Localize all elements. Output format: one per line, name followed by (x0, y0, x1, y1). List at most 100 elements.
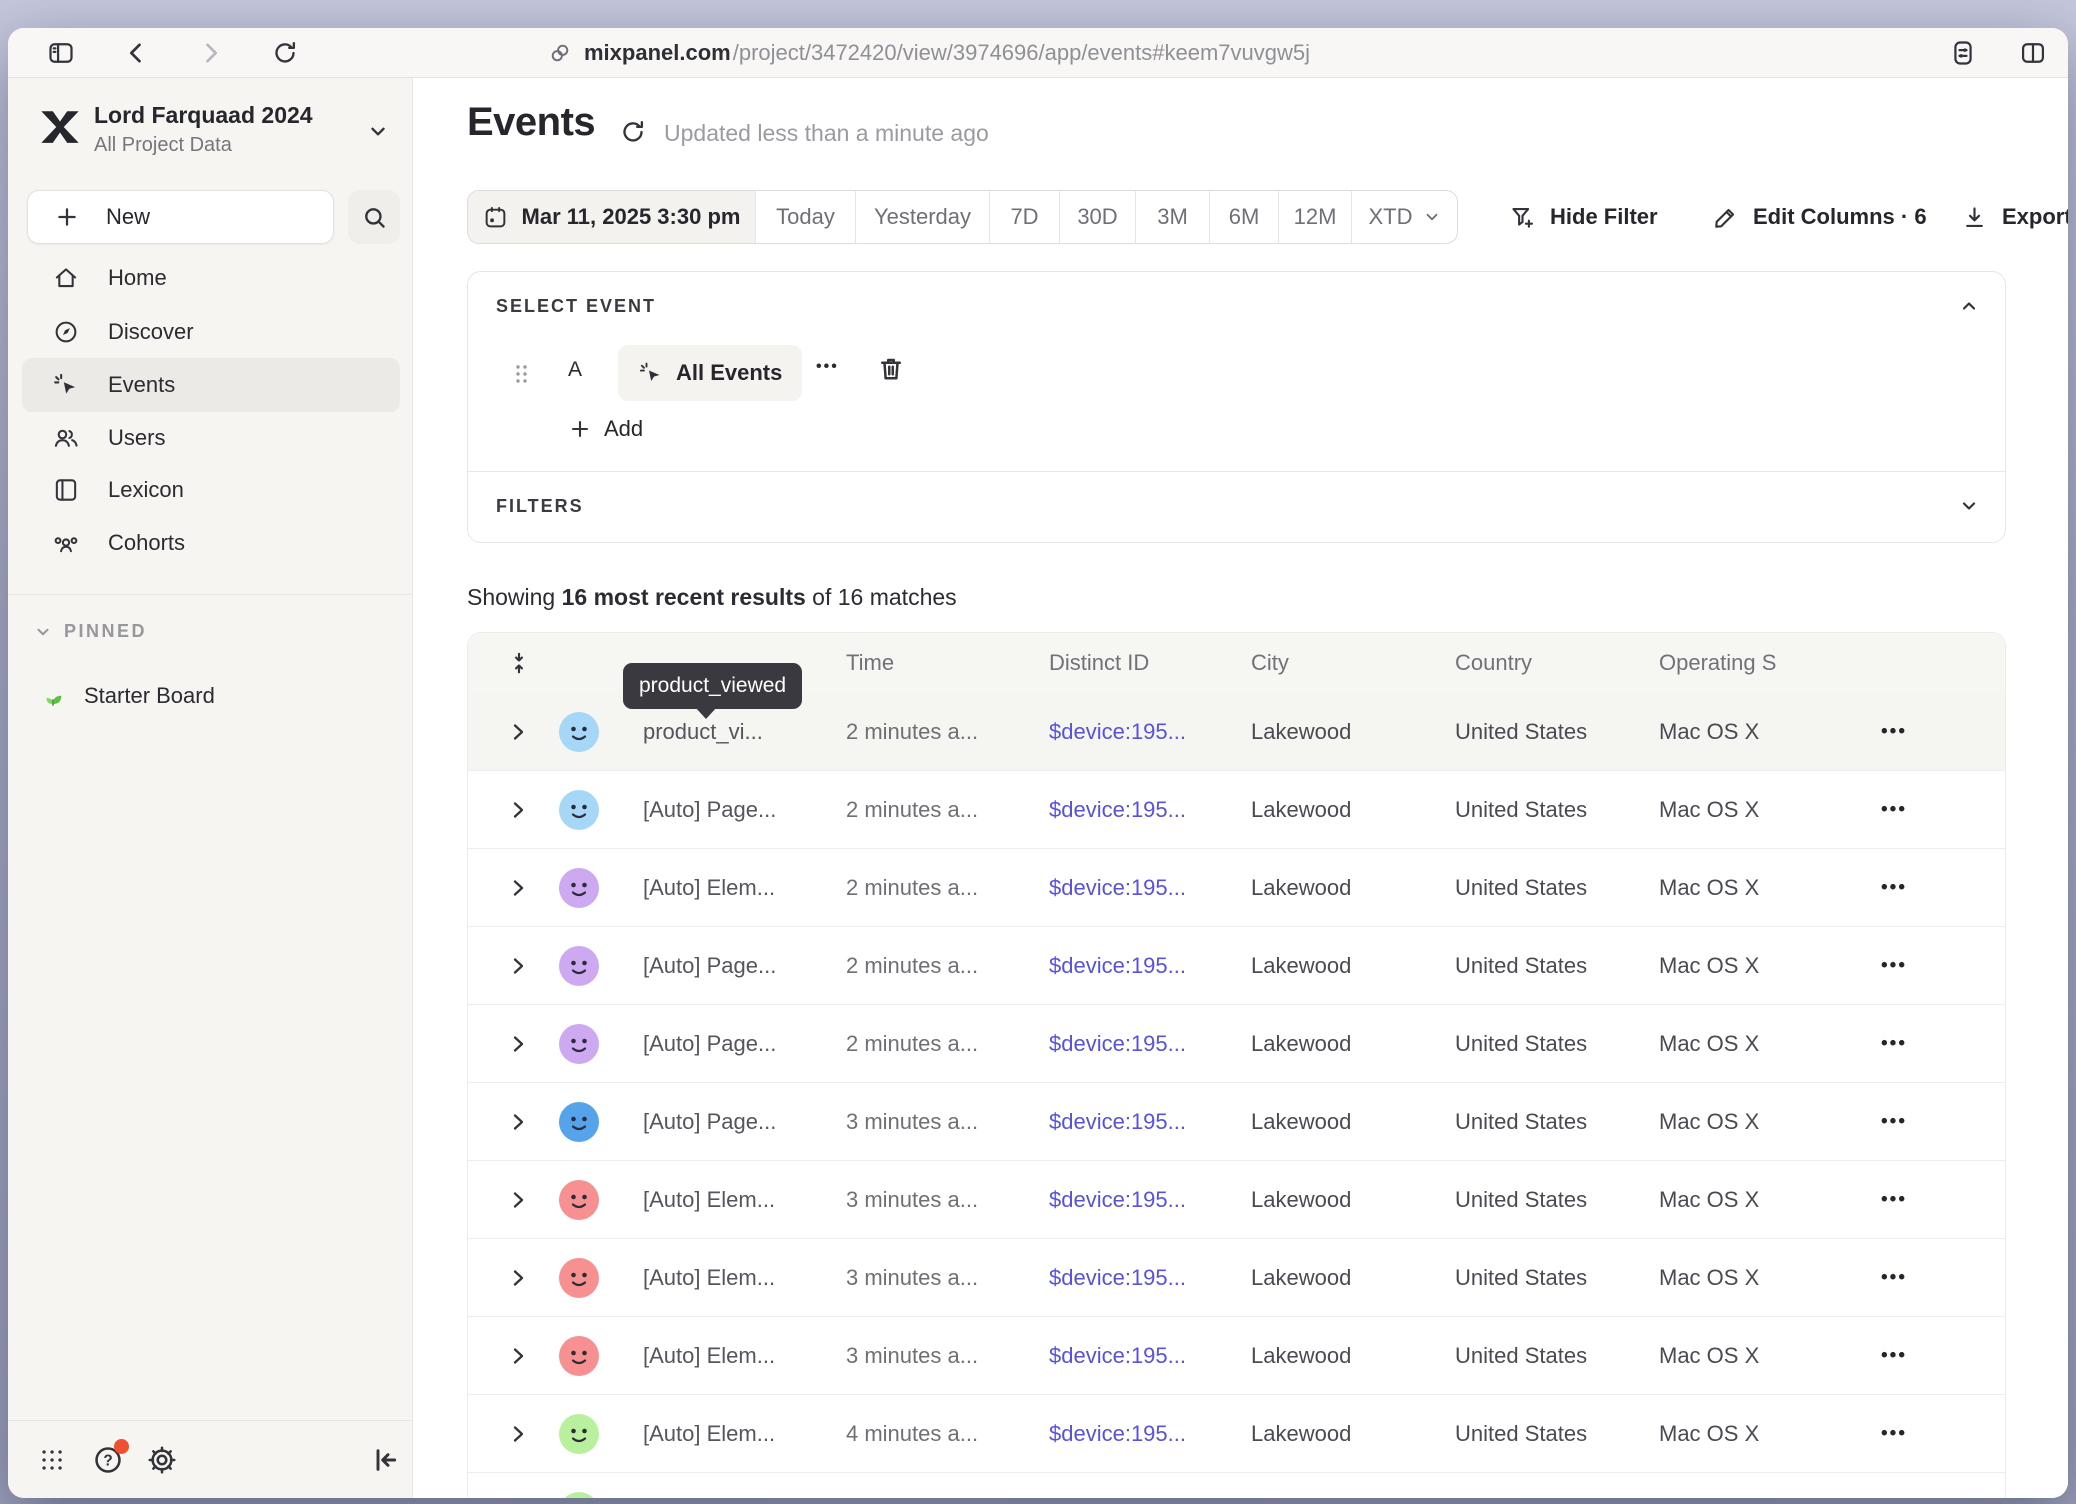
row-expand-icon[interactable] (506, 876, 530, 900)
row-more-button[interactable]: ••• (1863, 1239, 1925, 1317)
table-row[interactable]: [Auto] Elem... 4 minutes a... $device:19… (468, 1395, 2005, 1473)
forward-button-icon[interactable] (196, 38, 226, 68)
range-7d[interactable]: 7D (989, 191, 1059, 243)
distinct-id-link[interactable]: $device:195... (1049, 849, 1244, 927)
table-row[interactable]: [Auto] Elem... 3 minutes a... $device:19… (468, 1161, 2005, 1239)
sidebar-item-users[interactable]: Users (22, 411, 400, 465)
trash-icon[interactable] (876, 354, 906, 388)
row-more-button[interactable]: ••• (1863, 1317, 1925, 1395)
row-more-button[interactable]: ••• (1863, 1395, 1925, 1473)
sidebar-item-discover[interactable]: Discover (22, 305, 400, 359)
add-event-button[interactable]: Add (568, 416, 643, 442)
table-row[interactable]: [Auto] Elem... 3 minutes a... $device:19… (468, 1317, 2005, 1395)
new-button[interactable]: New (27, 190, 334, 244)
event-clause-row: A All Events ••• (468, 344, 2005, 402)
all-events-chip[interactable]: All Events (618, 345, 802, 401)
column-header-os[interactable]: Operating S (1659, 633, 1776, 693)
event-name[interactable]: [Auto] Elem... (643, 1161, 838, 1239)
sidebar-toggle-icon[interactable] (46, 38, 76, 68)
range-3m[interactable]: 3M (1135, 191, 1209, 243)
distinct-id-link[interactable]: $device:195... (1049, 693, 1244, 771)
export-button[interactable]: Export (1961, 190, 2068, 244)
table-row[interactable]: [Auto] Page... 2 minutes a... $device:19… (468, 771, 2005, 849)
help-icon[interactable]: ? (90, 1442, 126, 1478)
split-view-icon[interactable] (2018, 38, 2048, 68)
collapse-rows-icon[interactable] (506, 650, 532, 676)
expand-section-icon[interactable] (1959, 496, 1979, 516)
date-picker-segment[interactable]: Mar 11, 2025 3:30 pm (468, 191, 755, 243)
row-more-button[interactable]: ••• (1863, 927, 1925, 1005)
back-button-icon[interactable] (121, 38, 151, 68)
range-xtd[interactable]: XTD (1351, 191, 1457, 243)
table-row[interactable]: [Auto] Elem... 3 minutes a... $device:19… (468, 1239, 2005, 1317)
search-button[interactable] (348, 190, 400, 244)
event-name[interactable]: [Auto] Elem... (643, 1317, 838, 1395)
row-expand-icon[interactable] (506, 1344, 530, 1368)
browser-toolbar: mixpanel.com/project/3472420/view/397469… (8, 28, 2068, 78)
distinct-id-link[interactable]: $device:195... (1049, 771, 1244, 849)
distinct-id-link[interactable]: $device:195... (1049, 1005, 1244, 1083)
distinct-id-link[interactable]: $device:195... (1049, 1239, 1244, 1317)
collapse-section-icon[interactable] (1959, 296, 1979, 316)
event-name[interactable]: [Auto] Elem... (643, 849, 838, 927)
event-name[interactable]: [Auto] Page... (643, 771, 838, 849)
distinct-id-link[interactable]: $device:195... (1049, 1395, 1244, 1473)
event-name[interactable]: [Auto] Elem... (643, 1239, 838, 1317)
column-header-city[interactable]: City (1251, 633, 1289, 693)
pinned-header[interactable]: PINNED (34, 621, 147, 642)
clause-more-button[interactable]: ••• (816, 358, 839, 376)
row-expand-icon[interactable] (506, 1110, 530, 1134)
range-30d[interactable]: 30D (1059, 191, 1135, 243)
range-6m[interactable]: 6M (1209, 191, 1278, 243)
row-expand-icon[interactable] (506, 1422, 530, 1446)
apps-grid-icon[interactable] (34, 1442, 70, 1478)
row-more-button[interactable]: ••• (1863, 849, 1925, 927)
row-more-button[interactable]: ••• (1863, 1005, 1925, 1083)
range-12m[interactable]: 12M (1278, 191, 1351, 243)
row-more-button[interactable]: ••• (1863, 1161, 1925, 1239)
sidebar-item-events[interactable]: Events (22, 358, 400, 412)
hide-filter-button[interactable]: Hide Filter (1509, 190, 1658, 244)
refresh-icon[interactable] (619, 118, 647, 146)
distinct-id-link[interactable]: $device:195... (1049, 1083, 1244, 1161)
range-today[interactable]: Today (755, 191, 855, 243)
row-expand-icon[interactable] (506, 1032, 530, 1056)
table-row[interactable]: [Auto] Page... 3 minutes a... $device:19… (468, 1083, 2005, 1161)
edit-columns-button[interactable]: Edit Columns · 6 (1712, 190, 1927, 244)
range-yesterday[interactable]: Yesterday (855, 191, 989, 243)
distinct-id-link[interactable]: $device:195... (1049, 1317, 1244, 1395)
row-expand-icon[interactable] (506, 798, 530, 822)
distinct-id-link[interactable]: $device:195... (1049, 1161, 1244, 1239)
table-row[interactable]: [Auto] Page... 2 minutes a... $device:19… (468, 1005, 2005, 1083)
sidebar-item-home[interactable]: Home (22, 251, 400, 305)
row-expand-icon[interactable] (506, 1188, 530, 1212)
distinct-id-link[interactable]: $device:195... (1049, 927, 1244, 1005)
address-bar[interactable]: mixpanel.com/project/3472420/view/397469… (548, 28, 1310, 78)
row-more-button[interactable]: ••• (1863, 771, 1925, 849)
sidebar-footer: ? (8, 1420, 412, 1498)
settings-gear-icon[interactable] (144, 1442, 180, 1478)
row-expand-icon[interactable] (506, 1266, 530, 1290)
project-selector[interactable]: Lord Farquaad 2024 All Project Data (8, 96, 413, 168)
event-name[interactable]: [Auto] Page... (643, 1083, 838, 1161)
sidebar-item-lexicon[interactable]: Lexicon (22, 463, 400, 517)
table-row[interactable]: [Auto] Page... 2 minutes a... $device:19… (468, 927, 2005, 1005)
event-name[interactable]: [Auto] Page... (643, 1005, 838, 1083)
drag-handle-icon[interactable] (514, 363, 530, 385)
reload-button-icon[interactable] (270, 38, 300, 68)
column-header-country[interactable]: Country (1455, 633, 1532, 693)
table-row[interactable] (468, 1473, 2005, 1498)
table-row[interactable]: [Auto] Elem... 2 minutes a... $device:19… (468, 849, 2005, 927)
page-settings-icon[interactable] (1948, 38, 1978, 68)
collapse-sidebar-icon[interactable] (366, 1442, 402, 1478)
row-expand-icon[interactable] (506, 720, 530, 744)
row-expand-icon[interactable] (506, 954, 530, 978)
column-header-time[interactable]: Time (846, 633, 894, 693)
event-name[interactable]: [Auto] Page... (643, 927, 838, 1005)
sidebar-item-starter-board[interactable]: Starter Board (22, 671, 400, 721)
row-more-button[interactable]: ••• (1863, 1083, 1925, 1161)
row-more-button[interactable]: ••• (1863, 693, 1925, 771)
sidebar-item-cohorts[interactable]: Cohorts (22, 516, 400, 570)
column-header-distinct-id[interactable]: Distinct ID (1049, 633, 1149, 693)
event-name[interactable]: [Auto] Elem... (643, 1395, 838, 1473)
